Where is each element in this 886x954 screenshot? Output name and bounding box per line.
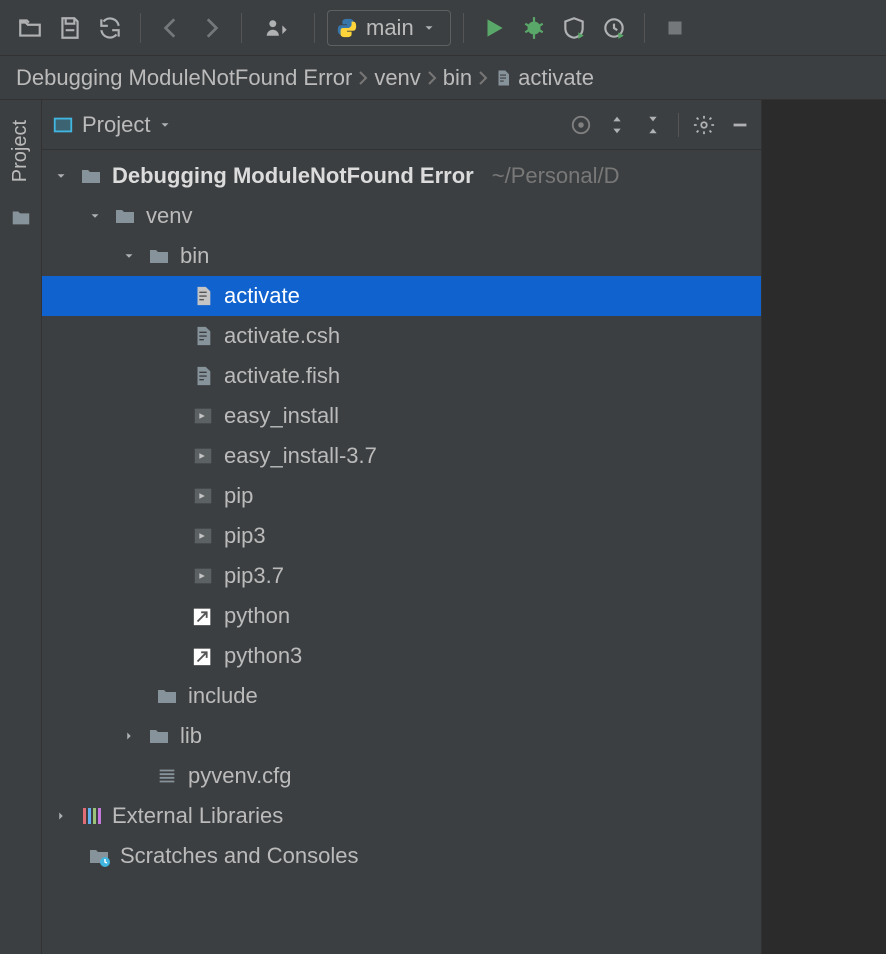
- project-panel: Project Debugging ModuleNotFound Error ~…: [42, 100, 762, 954]
- tree-folder-bin[interactable]: bin: [42, 236, 761, 276]
- toolbar-separator: [463, 13, 464, 43]
- debug-icon[interactable]: [516, 10, 552, 46]
- breadcrumb-item[interactable]: Debugging ModuleNotFound Error: [16, 65, 352, 91]
- file-icon: [494, 69, 512, 87]
- toolbar-separator: [241, 13, 242, 43]
- minimize-icon[interactable]: [729, 114, 751, 136]
- tree-folder-include[interactable]: include: [42, 676, 761, 716]
- tree-external-libraries[interactable]: External Libraries: [42, 796, 761, 836]
- project-panel-header: Project: [42, 100, 761, 150]
- chevron-down-icon[interactable]: [120, 249, 138, 263]
- tree-file[interactable]: python3: [42, 636, 761, 676]
- tree-file[interactable]: pip: [42, 476, 761, 516]
- tree-file[interactable]: pip3: [42, 516, 761, 556]
- breadcrumb: Debugging ModuleNotFound Error venv bin …: [0, 56, 886, 100]
- executable-icon: [190, 523, 216, 549]
- project-tree[interactable]: Debugging ModuleNotFound Error ~/Persona…: [42, 150, 761, 882]
- expand-all-icon[interactable]: [606, 114, 628, 136]
- toolbar-separator: [314, 13, 315, 43]
- tree-file[interactable]: activate.csh: [42, 316, 761, 356]
- run-icon[interactable]: [476, 10, 512, 46]
- coverage-icon[interactable]: [556, 10, 592, 46]
- folder-icon: [146, 723, 172, 749]
- folder-icon[interactable]: [10, 206, 32, 228]
- chevron-right-icon: [478, 70, 488, 86]
- scratches-icon: [86, 843, 112, 869]
- executable-icon: [190, 483, 216, 509]
- project-tool-tab[interactable]: Project: [9, 112, 32, 190]
- python-icon: [336, 17, 358, 39]
- separator: [678, 113, 679, 137]
- tree-folder-lib[interactable]: lib: [42, 716, 761, 756]
- breadcrumb-item[interactable]: activate: [494, 65, 594, 91]
- left-tool-strip: Project: [0, 100, 42, 954]
- project-icon: [52, 114, 74, 136]
- stop-icon[interactable]: [657, 10, 693, 46]
- chevron-down-icon[interactable]: [86, 209, 104, 223]
- chevron-down-icon[interactable]: [52, 169, 70, 183]
- toolbar-separator: [644, 13, 645, 43]
- libraries-icon: [78, 803, 104, 829]
- chevron-down-icon: [422, 21, 436, 35]
- tree-root[interactable]: Debugging ModuleNotFound Error ~/Persona…: [42, 156, 761, 196]
- folder-icon: [154, 683, 180, 709]
- back-icon[interactable]: [153, 10, 189, 46]
- folder-icon: [112, 203, 138, 229]
- chevron-right-icon: [427, 70, 437, 86]
- open-icon[interactable]: [12, 10, 48, 46]
- executable-icon: [190, 443, 216, 469]
- breadcrumb-item[interactable]: bin: [443, 65, 472, 91]
- collapse-all-icon[interactable]: [642, 114, 664, 136]
- tree-file[interactable]: activate.fish: [42, 356, 761, 396]
- profile-icon[interactable]: [596, 10, 632, 46]
- select-opened-file-icon[interactable]: [570, 114, 592, 136]
- file-icon: [190, 323, 216, 349]
- config-file-icon: [154, 763, 180, 789]
- user-icon[interactable]: [254, 10, 302, 46]
- tree-file[interactable]: pip3.7: [42, 556, 761, 596]
- run-config-label: main: [366, 15, 414, 41]
- tree-file[interactable]: pyvenv.cfg: [42, 756, 761, 796]
- executable-icon: [190, 563, 216, 589]
- chevron-right-icon[interactable]: [120, 729, 138, 743]
- symlink-icon: [190, 603, 216, 629]
- executable-icon: [190, 403, 216, 429]
- folder-icon: [146, 243, 172, 269]
- main-toolbar: main: [0, 0, 886, 56]
- file-icon: [190, 363, 216, 389]
- chevron-right-icon: [358, 70, 368, 86]
- folder-icon: [78, 163, 104, 189]
- panel-title-label[interactable]: Project: [82, 112, 150, 138]
- toolbar-separator: [140, 13, 141, 43]
- chevron-right-icon[interactable]: [52, 809, 70, 823]
- breadcrumb-item[interactable]: venv: [374, 65, 420, 91]
- forward-icon[interactable]: [193, 10, 229, 46]
- file-icon: [190, 283, 216, 309]
- tree-file[interactable]: python: [42, 596, 761, 636]
- tree-folder-venv[interactable]: venv: [42, 196, 761, 236]
- editor-area: [762, 100, 886, 954]
- tree-file[interactable]: easy_install: [42, 396, 761, 436]
- gear-icon[interactable]: [693, 114, 715, 136]
- tree-scratches[interactable]: Scratches and Consoles: [42, 836, 761, 876]
- tree-file[interactable]: easy_install-3.7: [42, 436, 761, 476]
- chevron-down-icon[interactable]: [158, 118, 172, 132]
- symlink-icon: [190, 643, 216, 669]
- tree-file-activate[interactable]: activate: [42, 276, 761, 316]
- sync-icon[interactable]: [92, 10, 128, 46]
- run-config-selector[interactable]: main: [327, 10, 451, 46]
- save-icon[interactable]: [52, 10, 88, 46]
